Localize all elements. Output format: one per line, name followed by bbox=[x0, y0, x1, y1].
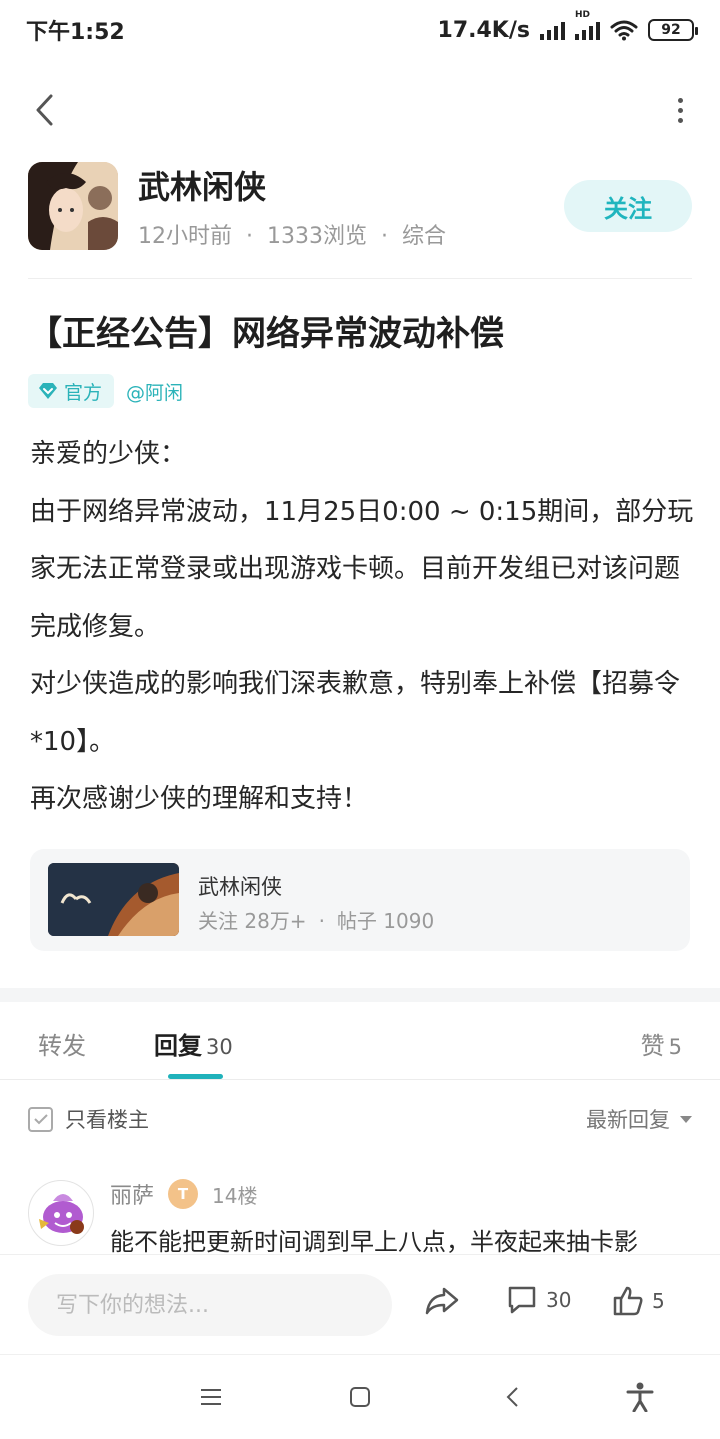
only-owner-checkbox[interactable] bbox=[28, 1106, 53, 1132]
battery-level: 92 bbox=[661, 22, 681, 38]
system-nav-bar bbox=[0, 1354, 720, 1439]
posts-count: 1090 bbox=[383, 909, 435, 933]
status-bar: 下午1:52 17.4K/s HD 92 bbox=[0, 0, 720, 60]
back-triangle-icon bbox=[506, 1387, 518, 1407]
author-meta: 12小时前 · 1333浏览 · 综合 bbox=[138, 224, 447, 249]
official-badge: 官方 bbox=[28, 374, 115, 408]
reply-floor: 14楼 bbox=[212, 1183, 258, 1208]
caret-down-icon bbox=[680, 1115, 692, 1123]
followers-label: 关注 bbox=[198, 909, 238, 933]
comment-input[interactable] bbox=[28, 1274, 392, 1336]
tab-like-count: 5 bbox=[668, 1035, 682, 1059]
net-speed: 17.4K/s bbox=[437, 17, 530, 43]
forum-card[interactable]: 武林闲侠 关注 28万+ · 帖子 1090 bbox=[30, 849, 690, 951]
top-bar bbox=[0, 78, 720, 142]
post-time: 12小时前 bbox=[138, 224, 232, 249]
menu-icon bbox=[201, 1389, 221, 1405]
post-paragraph: 对少侠造成的影响我们深表歉意，特别奉上补偿【招募令*10】。 bbox=[30, 669, 681, 757]
avatar-art bbox=[28, 162, 118, 250]
mention-link[interactable]: @阿闲 bbox=[126, 378, 183, 405]
signal-icon bbox=[540, 20, 565, 40]
post-paragraph: 再次感谢少侠的理解和支持！ bbox=[30, 784, 369, 814]
tab-indicator bbox=[168, 1074, 223, 1079]
status-time: 下午1:52 bbox=[26, 20, 125, 45]
post-title: 【正经公告】网络异常波动补偿 bbox=[28, 314, 504, 354]
comment-button[interactable]: 30 bbox=[506, 1285, 571, 1315]
only-owner-toggle[interactable]: 只看楼主 bbox=[28, 1104, 149, 1134]
forum-meta: 关注 28万+ · 帖子 1090 bbox=[198, 909, 435, 933]
section-separator bbox=[0, 988, 720, 1002]
wifi-icon bbox=[610, 20, 638, 41]
view-count: 1333浏览 bbox=[267, 224, 367, 249]
forum-thumb-art bbox=[48, 863, 179, 936]
more-vertical-icon bbox=[677, 97, 683, 103]
posts-label: 帖子 bbox=[336, 909, 377, 933]
thumbs-up-icon bbox=[613, 1286, 643, 1316]
reply-text: 能不能把更新时间调到早上八点，半夜起来抽卡影 bbox=[110, 1228, 638, 1254]
post-body: 亲爱的少侠： 由于网络异常波动，11月25日0:00 ~ 0:15期间，部分玩家… bbox=[30, 426, 700, 829]
hd-label: HD bbox=[575, 10, 591, 20]
tab-reply[interactable]: 回复 30 bbox=[154, 1026, 233, 1061]
reply-header: 丽萨 T 14楼 bbox=[110, 1178, 257, 1210]
post-category: 综合 bbox=[402, 224, 447, 249]
share-button[interactable] bbox=[424, 1285, 460, 1317]
followers-count: 28万+ bbox=[244, 909, 307, 933]
battery-icon: 92 bbox=[648, 19, 698, 41]
tab-forward[interactable]: 转发 bbox=[38, 1026, 86, 1061]
tab-reply-label: 回复 bbox=[154, 1032, 202, 1060]
heart-shield-icon bbox=[39, 383, 57, 399]
author-avatar[interactable] bbox=[28, 162, 118, 250]
reply-item[interactable]: 丽萨 T 14楼 能不能把更新时间调到早上八点，半夜起来抽卡影 bbox=[0, 1170, 720, 1254]
status-icons: 17.4K/s HD 92 bbox=[437, 10, 698, 43]
forum-thumbnail bbox=[48, 863, 179, 936]
post-tags: 官方 @阿闲 bbox=[28, 374, 183, 408]
tab-like-label: 赞 bbox=[640, 1032, 665, 1060]
author-header: 武林闲侠 12小时前 · 1333浏览 · 综合 关注 bbox=[28, 160, 692, 252]
comment-icon bbox=[508, 1286, 536, 1314]
like-count: 5 bbox=[652, 1289, 665, 1313]
tab-like[interactable]: 赞5 bbox=[641, 1026, 682, 1061]
post-paragraph: 亲爱的少侠： bbox=[30, 439, 187, 469]
nav-back-button[interactable] bbox=[492, 1377, 532, 1417]
like-button[interactable]: 5 bbox=[612, 1285, 665, 1317]
interaction-tabs: 转发 回复 30 赞5 bbox=[0, 1002, 720, 1080]
post-paragraph: 由于网络异常波动，11月25日0:00 ~ 0:15期间，部分玩家无法正常登录或… bbox=[30, 496, 694, 642]
author-name[interactable]: 武林闲侠 bbox=[138, 162, 266, 208]
chevron-left-icon bbox=[36, 94, 53, 126]
follow-button[interactable]: 关注 bbox=[564, 180, 692, 232]
bottom-action-bar: 30 5 bbox=[0, 1254, 720, 1354]
reply-avatar-art bbox=[39, 1194, 84, 1234]
reply-username[interactable]: 丽萨 bbox=[110, 1178, 154, 1210]
divider bbox=[28, 278, 692, 279]
more-button[interactable] bbox=[672, 90, 688, 130]
menu-button[interactable] bbox=[191, 1377, 231, 1417]
reply-filter: 只看楼主 最新回复 bbox=[0, 1096, 720, 1140]
home-button[interactable] bbox=[340, 1377, 380, 1417]
forum-name: 武林闲侠 bbox=[198, 875, 282, 899]
only-owner-label: 只看楼主 bbox=[65, 1108, 149, 1132]
check-icon bbox=[33, 1114, 48, 1125]
tab-reply-count: 30 bbox=[206, 1035, 233, 1059]
level-badge: T bbox=[168, 1179, 199, 1209]
home-square-icon bbox=[350, 1387, 370, 1407]
hd-signal-icon: HD bbox=[575, 10, 600, 40]
share-icon bbox=[425, 1287, 459, 1315]
accessibility-button[interactable] bbox=[620, 1377, 660, 1417]
official-label: 官方 bbox=[64, 381, 103, 404]
sort-label: 最新回复 bbox=[586, 1108, 670, 1132]
level-badge-label: T bbox=[177, 1185, 189, 1203]
accessibility-icon bbox=[626, 1382, 654, 1412]
sort-dropdown[interactable]: 最新回复 bbox=[586, 1104, 692, 1134]
reply-avatar[interactable] bbox=[28, 1180, 94, 1246]
comment-count: 30 bbox=[546, 1288, 572, 1312]
tab-forward-label: 转发 bbox=[38, 1032, 86, 1060]
back-button[interactable] bbox=[24, 90, 64, 130]
